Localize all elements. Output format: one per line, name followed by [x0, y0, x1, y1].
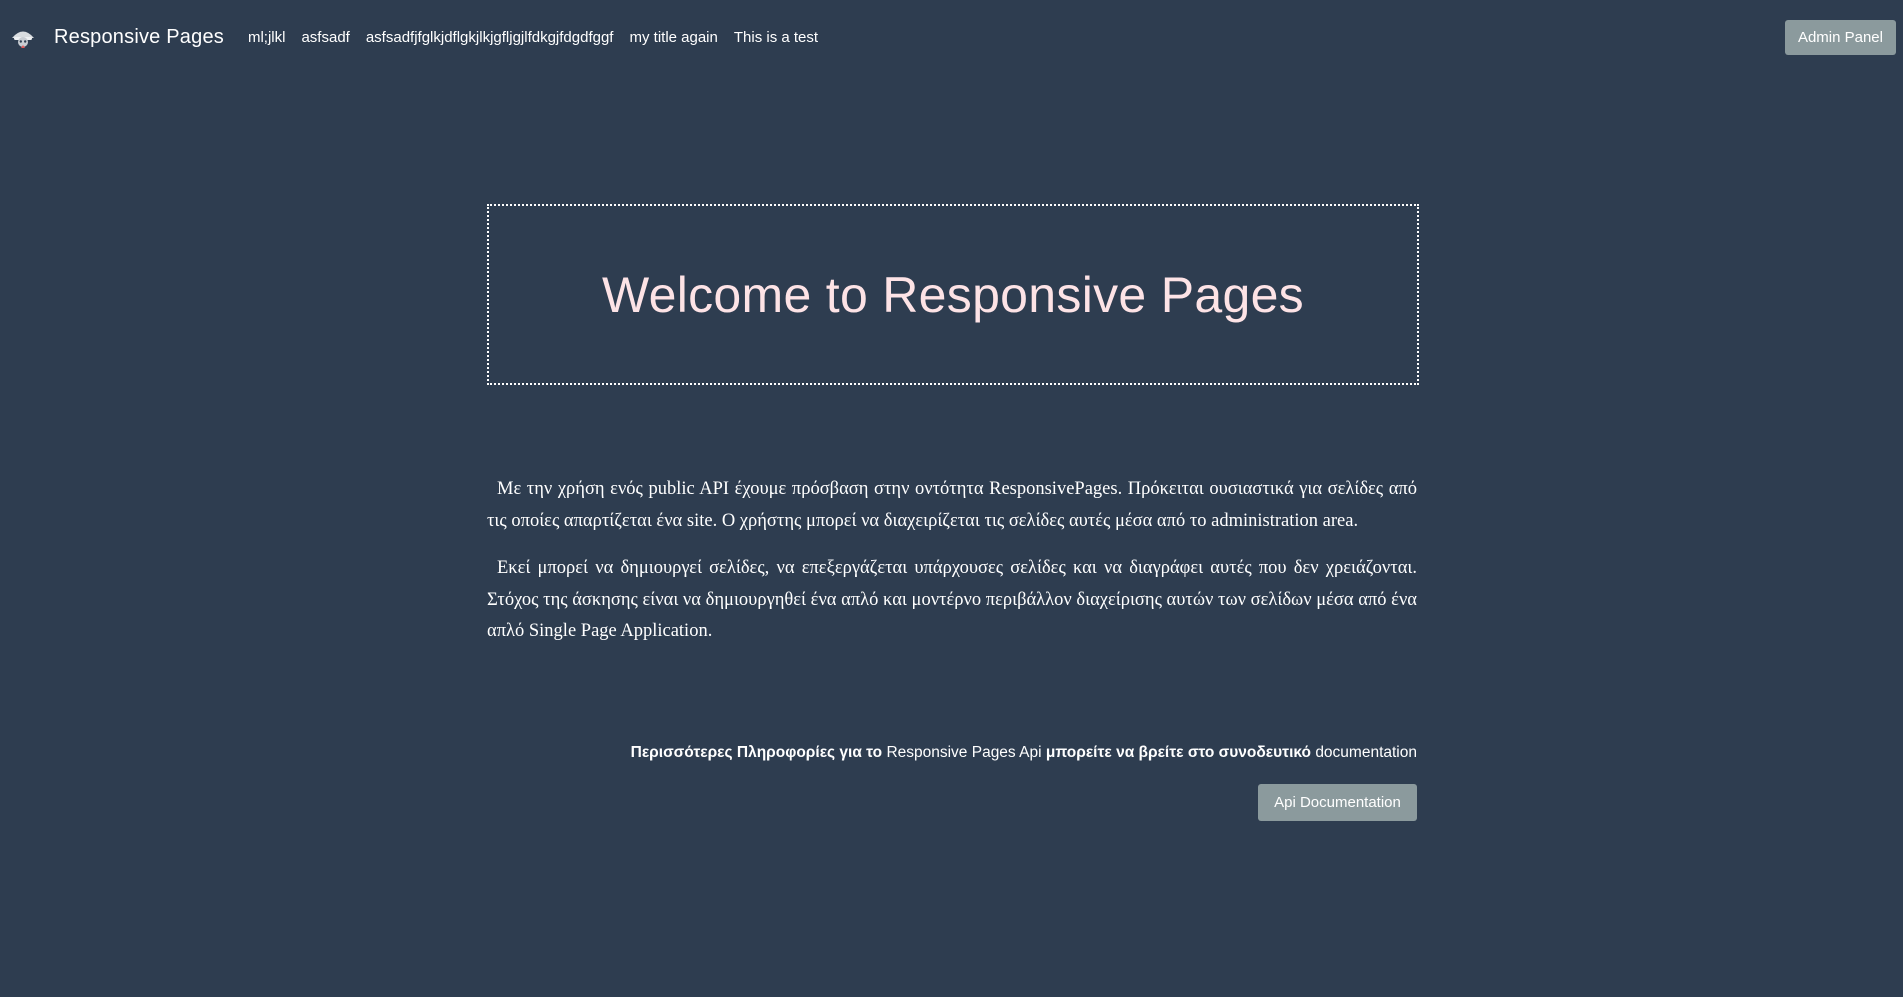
more-info-line: Περισσότερες Πληροφορίες για το Responsi… — [487, 744, 1417, 762]
more-info-text-1: Περισσότερες Πληροφορίες για το — [630, 744, 887, 761]
nav-link-2[interactable]: asfsadf — [301, 29, 349, 46]
more-info-text-2: μπορείτε να βρείτε στο συνοδευτικό — [1041, 744, 1316, 761]
nav-link-1[interactable]: ml;jlkl — [248, 29, 286, 46]
page-title: Welcome to Responsive Pages — [602, 266, 1304, 323]
bot-logo-icon — [12, 31, 34, 48]
more-info-api-name: Responsive Pages Api — [886, 744, 1042, 761]
api-documentation-button[interactable]: Api Documentation — [1258, 784, 1417, 821]
nav-link-3[interactable]: asfsadfjfglkjdflgkjlkjgfljgjlfdkgjfdgdfg… — [366, 29, 614, 46]
more-info-documentation: documentation — [1315, 744, 1417, 761]
admin-panel-button[interactable]: Admin Panel — [1784, 20, 1896, 55]
navbar: Responsive Pages ml;jlkl asfsadf asfsadf… — [0, 0, 1903, 74]
nav-link-4[interactable]: my title again — [629, 29, 717, 46]
nav-links: ml;jlkl asfsadf asfsadfjfglkjdflgkjlkjgf… — [248, 29, 834, 46]
brand-link[interactable]: Responsive Pages — [9, 23, 224, 51]
description-paragraph-1: Με την χρήση ενός public API έχουμε πρόσ… — [487, 479, 1417, 531]
description: Με την χρήση ενός public API έχουμε πρόσ… — [487, 474, 1417, 664]
brand-name: Responsive Pages — [54, 25, 224, 48]
description-paragraph-2: Εκεί μπορεί να δημιουργεί σελίδες, να επ… — [487, 558, 1417, 641]
nav-link-5[interactable]: This is a test — [734, 29, 818, 46]
hero-box: Welcome to Responsive Pages — [487, 204, 1419, 385]
